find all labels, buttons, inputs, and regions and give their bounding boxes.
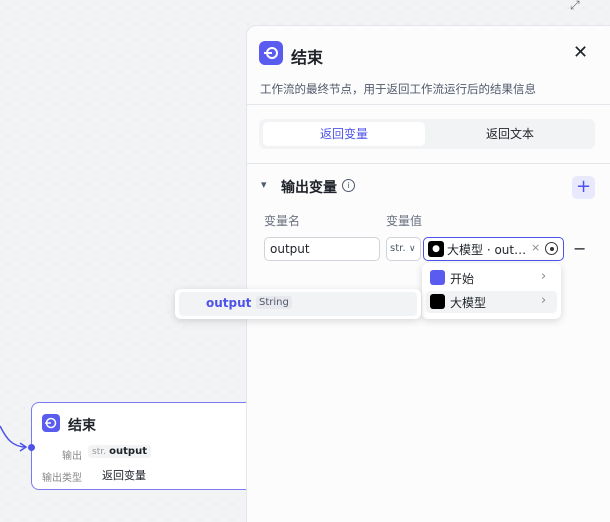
clear-icon[interactable]: ×	[531, 241, 540, 254]
end-node[interactable]: 结束 输出 str. output 输出类型 返回变量	[31, 402, 271, 490]
column-header-value: 变量值	[386, 214, 423, 228]
value-type-label: str.	[390, 243, 406, 254]
divider	[247, 104, 610, 105]
remove-variable-button[interactable]: −	[573, 239, 586, 258]
add-variable-button[interactable]: +	[572, 176, 595, 199]
node-type-value: 返回变量	[102, 469, 146, 482]
tab-return-text[interactable]: 返回文本	[429, 122, 591, 146]
menu-item-llm[interactable]: 大模型 ›	[426, 291, 557, 313]
node-output-name: output	[109, 446, 147, 457]
end-icon	[259, 41, 283, 65]
close-icon[interactable]: ✕	[573, 42, 588, 63]
chevron-right-icon: ›	[541, 293, 547, 308]
panel-title: 结束	[291, 48, 324, 67]
variable-value-text: 大模型 · out…	[447, 243, 527, 257]
submenu-item-output[interactable]: output String	[179, 292, 417, 316]
node-output-label: 输出	[62, 451, 82, 462]
node-input-port[interactable]	[28, 444, 35, 451]
section-title: 输出变量	[281, 180, 337, 196]
start-icon	[430, 270, 445, 285]
tab-bar: 返回变量 返回文本	[259, 119, 595, 149]
expand-icon[interactable]: ⤢	[570, 0, 586, 11]
variable-submenu: output String	[175, 289, 421, 319]
node-type-label: 输出类型	[42, 473, 82, 484]
node-output-tag: str. output	[88, 445, 151, 458]
variable-source-menu: 开始 › 大模型 ›	[422, 263, 561, 319]
target-icon[interactable]	[545, 242, 558, 255]
chevron-right-icon: ›	[541, 269, 547, 284]
menu-item-label: 开始	[450, 272, 475, 286]
submenu-item-type: String	[256, 296, 292, 309]
menu-item-start[interactable]: 开始 ›	[426, 267, 557, 289]
menu-item-label: 大模型	[450, 296, 487, 310]
chevron-down-icon[interactable]: ▾	[261, 178, 267, 191]
submenu-item-name: output	[206, 296, 252, 310]
chevron-down-icon: ∨	[409, 244, 416, 254]
variable-name-input[interactable]: output	[264, 237, 380, 261]
tab-return-variable[interactable]: 返回变量	[263, 122, 425, 146]
node-title: 结束	[68, 418, 96, 434]
variable-value-select[interactable]: ● 大模型 · out… ×	[423, 237, 564, 261]
llm-avatar-icon: ●	[428, 241, 444, 257]
panel-description: 工作流的最终节点，用于返回工作流运行后的结果信息	[260, 82, 536, 96]
info-icon[interactable]: i	[342, 179, 355, 192]
end-node-icon	[42, 414, 60, 432]
column-header-name: 变量名	[264, 214, 301, 228]
llm-icon	[430, 294, 445, 309]
value-type-select[interactable]: str. ∨	[386, 237, 421, 261]
divider	[247, 163, 610, 164]
node-output-type: str.	[92, 447, 106, 457]
